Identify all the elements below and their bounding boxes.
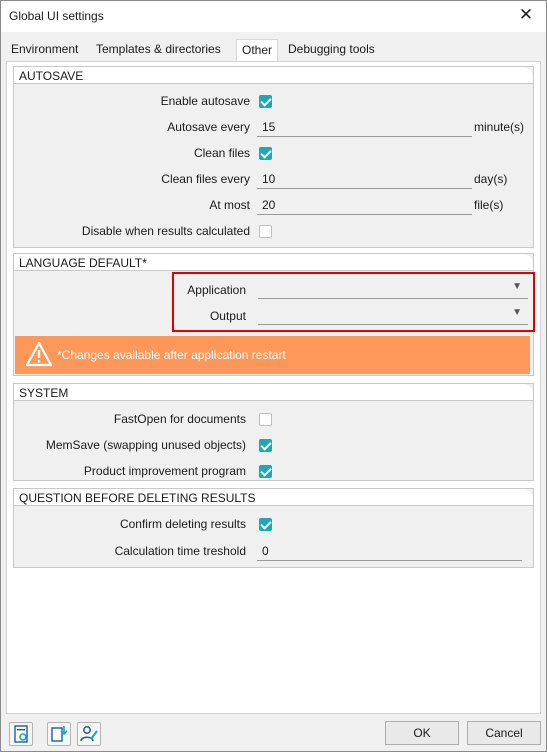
confirm-deleting-checkbox[interactable] (259, 518, 272, 531)
enable-autosave-label: Enable autosave (160, 94, 250, 108)
question-before-deleting-title: QUESTION BEFORE DELETING RESULTS (19, 491, 256, 505)
clean-files-every-unit: day(s) (474, 172, 508, 186)
global-ui-settings-dialog: Global UI settings ✕ Environment Templat… (0, 0, 547, 752)
disable-when-results-label: Disable when results calculated (81, 224, 250, 238)
group-header: QUESTION BEFORE DELETING RESULTS (14, 489, 533, 506)
product-improvement-checkbox[interactable] (259, 465, 272, 478)
confirm-deleting-label: Confirm deleting results (119, 517, 246, 531)
tab-templates-directories[interactable]: Templates & directories (96, 42, 221, 56)
cancel-button[interactable]: Cancel (467, 721, 541, 745)
at-most-label: At most (209, 198, 250, 212)
restart-warning-banner: *Changes available after application res… (15, 336, 530, 374)
system-group: SYSTEM FastOpen for documents MemSave (s… (13, 383, 534, 481)
memsave-checkbox[interactable] (259, 439, 272, 452)
import-settings-icon[interactable] (47, 722, 71, 746)
user-settings-icon[interactable] (77, 722, 101, 746)
at-most-unit: file(s) (474, 198, 504, 212)
clean-files-every-label: Clean files every (161, 172, 250, 186)
question-before-deleting-group: QUESTION BEFORE DELETING RESULTS Confirm… (13, 488, 534, 568)
group-header: AUTOSAVE (14, 67, 533, 84)
tab-debugging-tools[interactable]: Debugging tools (288, 42, 375, 56)
close-icon[interactable]: ✕ (516, 5, 536, 25)
autosave-every-unit: minute(s) (474, 120, 525, 134)
warning-icon (25, 341, 53, 370)
document-settings-icon[interactable] (9, 722, 33, 746)
fastopen-checkbox[interactable] (259, 413, 272, 426)
fastopen-label: FastOpen for documents (113, 412, 246, 426)
restart-warning-text: *Changes available after application res… (57, 348, 286, 362)
language-default-title: LANGUAGE DEFAULT* (19, 256, 147, 270)
language-highlight-frame (172, 272, 535, 332)
tab-bar: Environment Templates & directories Othe… (1, 32, 546, 63)
tab-other[interactable]: Other (236, 39, 279, 63)
system-title: SYSTEM (19, 386, 69, 400)
title-bar: Global UI settings ✕ (1, 1, 546, 32)
product-improvement-label: Product improvement program (83, 464, 246, 478)
clean-files-label: Clean files (193, 146, 250, 160)
group-header: SYSTEM (14, 384, 533, 401)
autosave-every-input[interactable] (257, 117, 472, 137)
bottom-bar: OK Cancel (1, 714, 546, 752)
autosave-group: AUTOSAVE Enable autosave Autosave every … (13, 66, 534, 248)
tab-panel-other: AUTOSAVE Enable autosave Autosave every … (6, 61, 541, 714)
window-title: Global UI settings (9, 9, 104, 23)
clean-files-checkbox[interactable] (259, 147, 272, 160)
enable-autosave-checkbox[interactable] (259, 95, 272, 108)
clean-files-every-input[interactable] (257, 169, 472, 189)
memsave-label: MemSave (swapping unused objects) (45, 438, 246, 452)
autosave-every-label: Autosave every (167, 120, 250, 134)
autosave-title: AUTOSAVE (19, 69, 84, 83)
calc-time-threshold-label: Calculation time treshold (114, 544, 246, 558)
calc-time-threshold-input[interactable] (257, 541, 522, 561)
at-most-input[interactable] (257, 195, 472, 215)
tab-environment[interactable]: Environment (11, 42, 78, 56)
disable-when-results-checkbox[interactable] (259, 225, 272, 238)
group-header: LANGUAGE DEFAULT* (14, 254, 533, 271)
ok-button[interactable]: OK (385, 721, 459, 745)
